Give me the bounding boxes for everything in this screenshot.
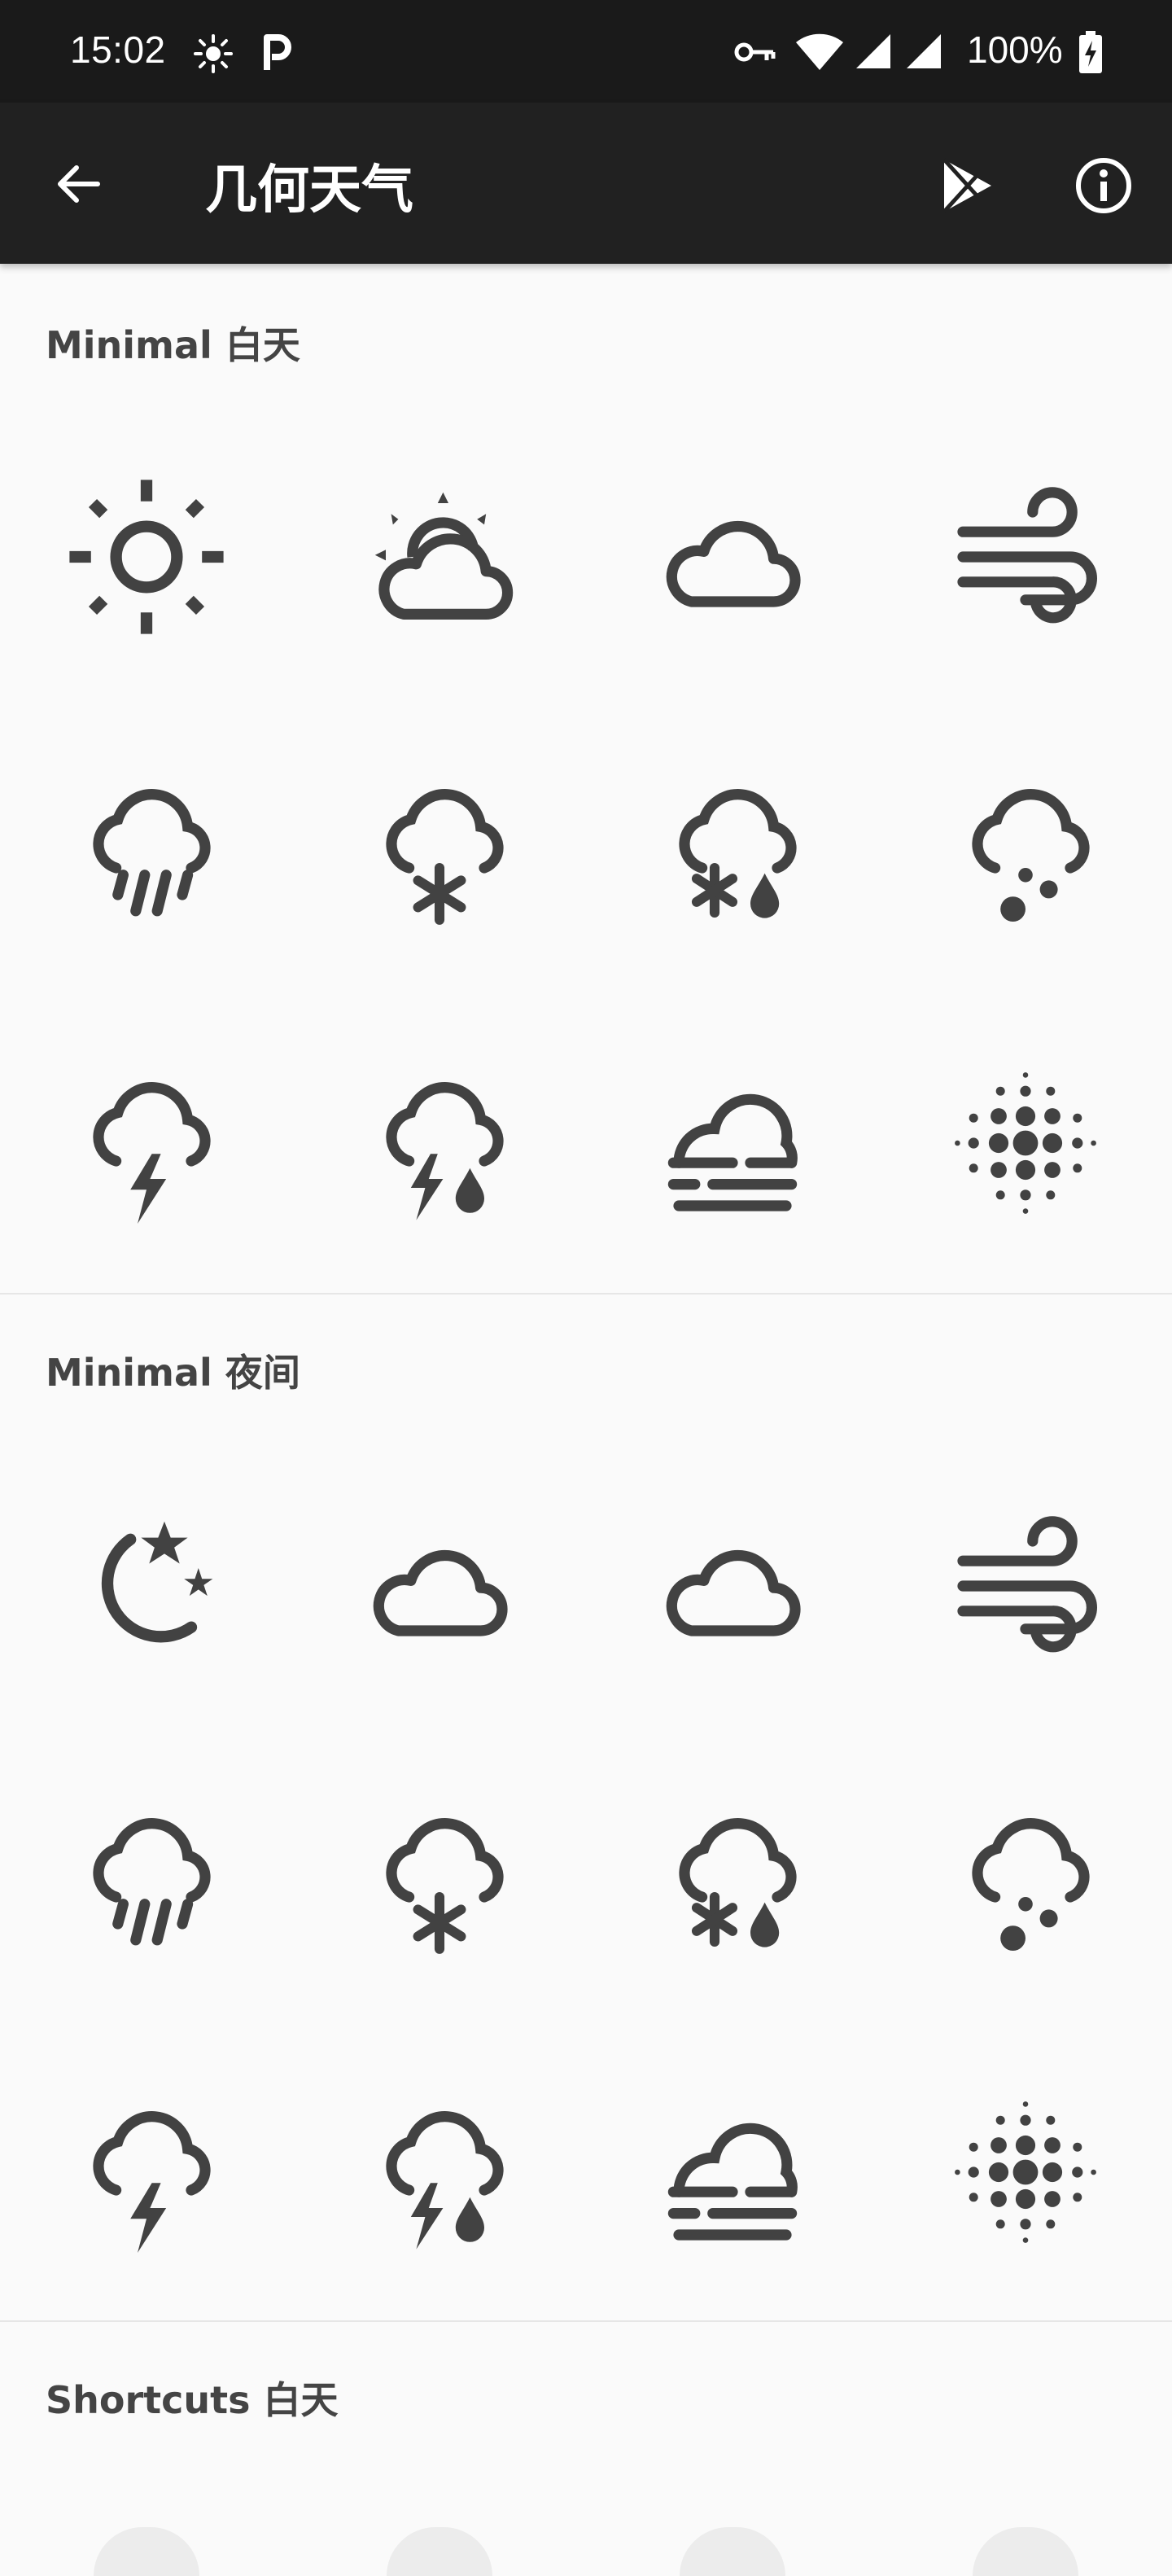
- icon-cell[interactable]: [586, 410, 879, 703]
- icon-cell[interactable]: [0, 997, 293, 1290]
- page-title: 几何天气: [205, 160, 413, 221]
- icon-cell[interactable]: [879, 703, 1172, 997]
- shortcut-icon-partial[interactable]: [680, 2527, 785, 2576]
- icon-cell[interactable]: [879, 410, 1172, 703]
- thunder-icon: [57, 2083, 236, 2253]
- shortcut-icon-partial[interactable]: [973, 2527, 1078, 2576]
- fog-icon: [667, 2123, 798, 2241]
- snow-icon: [350, 1790, 529, 1954]
- icon-cell[interactable]: [586, 703, 879, 997]
- cloud-icon: [643, 1496, 822, 1676]
- play-store-icon[interactable]: [941, 156, 995, 215]
- icon-cell[interactable]: [293, 1733, 586, 2026]
- icon-cell[interactable]: [293, 410, 586, 703]
- icon-cell[interactable]: [879, 997, 1172, 1290]
- section-divider: [0, 1293, 1172, 1295]
- cloud-icon: [643, 467, 822, 646]
- vpn-key-icon: [734, 42, 776, 62]
- partly-cloudy-day-icon: [374, 492, 529, 646]
- wifi-icon: [796, 33, 843, 70]
- section-header-minimal-day: Minimal 白天: [46, 323, 300, 367]
- status-bar: 15:02 100%: [0, 0, 1172, 103]
- signal-icon-2: [907, 34, 941, 68]
- sun-icon: [69, 480, 224, 634]
- fog-icon: [667, 1093, 798, 1211]
- icon-cell[interactable]: [0, 1439, 293, 1733]
- rain-icon: [57, 1790, 236, 1946]
- clear-night-icon: [101, 1521, 213, 1643]
- icon-cell[interactable]: [293, 703, 586, 997]
- section-divider: [0, 2320, 1172, 2322]
- info-icon[interactable]: [1074, 156, 1133, 215]
- sleet-icon: [643, 1790, 822, 1947]
- icon-cell[interactable]: [879, 2026, 1172, 2319]
- wind-icon: [957, 1516, 1097, 1653]
- partly-cloudy-night-icon: [350, 1496, 529, 1676]
- brightness-icon: [194, 34, 233, 73]
- icon-grid-minimal-night: [0, 1439, 1172, 2319]
- shortcut-icon-partial[interactable]: [94, 2527, 199, 2576]
- icon-cell[interactable]: [293, 997, 586, 1290]
- signal-icon: [856, 34, 890, 68]
- icon-cell[interactable]: [0, 1733, 293, 2026]
- icon-cell[interactable]: [586, 1439, 879, 1733]
- section-header-shortcuts-day: Shortcuts 白天: [46, 2378, 339, 2422]
- icon-cell[interactable]: [0, 703, 293, 997]
- hail-icon: [936, 760, 1115, 922]
- app-bar: 几何天气: [0, 103, 1172, 264]
- parking-icon: [264, 34, 291, 70]
- rain-icon: [57, 760, 236, 917]
- section-header-minimal-night: Minimal 夜间: [46, 1351, 300, 1395]
- snow-icon: [350, 760, 529, 925]
- shortcuts-row-partial: [0, 2524, 1172, 2576]
- battery-percentage: 100%: [967, 28, 1063, 71]
- thunderstorm-icon: [350, 1054, 529, 1220]
- icon-cell[interactable]: [879, 1439, 1172, 1733]
- icon-cell[interactable]: [0, 410, 293, 703]
- wind-icon: [957, 487, 1097, 624]
- icon-cell[interactable]: [586, 1733, 879, 2026]
- icon-cell[interactable]: [586, 997, 879, 1290]
- thunderstorm-icon: [350, 2083, 529, 2250]
- icon-cell[interactable]: [879, 1733, 1172, 2026]
- hail-icon: [936, 1790, 1115, 1951]
- icon-cell[interactable]: [0, 2026, 293, 2319]
- shortcut-icon-partial[interactable]: [387, 2527, 492, 2576]
- icon-grid-minimal-day: [0, 410, 1172, 1290]
- back-arrow-icon[interactable]: [54, 160, 103, 208]
- icon-cell[interactable]: [586, 2026, 879, 2319]
- status-time: 15:02: [70, 28, 166, 71]
- battery-charging-icon: [1079, 31, 1102, 73]
- sleet-icon: [643, 760, 822, 918]
- thunder-icon: [57, 1054, 236, 1224]
- haze-icon: [955, 2101, 1096, 2243]
- icon-cell[interactable]: [293, 1439, 586, 1733]
- icon-cell[interactable]: [293, 2026, 586, 2319]
- haze-icon: [955, 1072, 1096, 1214]
